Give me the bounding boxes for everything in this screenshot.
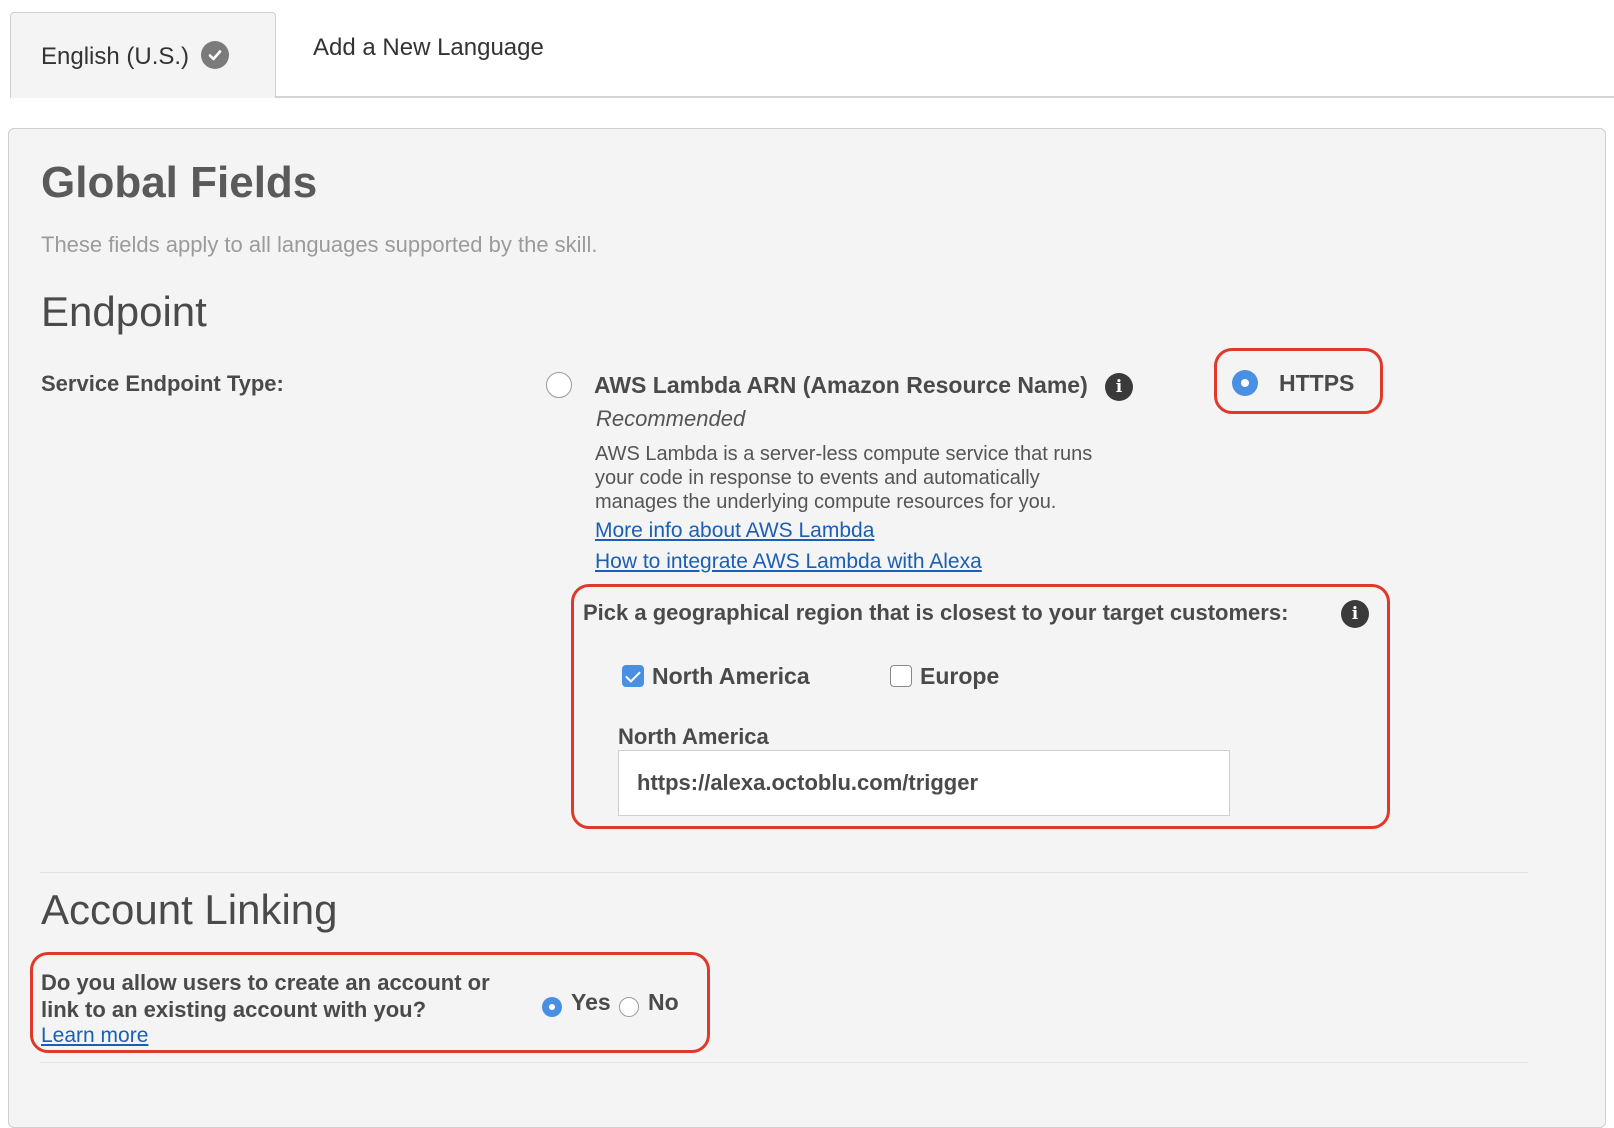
account-linking-no-radio[interactable] [619, 997, 639, 1017]
more-info-lambda-link[interactable]: More info about AWS Lambda [595, 519, 874, 543]
europe-checkbox[interactable] [890, 665, 912, 687]
https-radio[interactable] [1232, 370, 1258, 396]
tab-label: English (U.S.) [41, 43, 190, 70]
north-america-checkbox[interactable] [622, 665, 644, 687]
lambda-option-label: AWS Lambda ARN (Amazon Resource Name) [594, 372, 1088, 398]
check-circle-icon [201, 41, 229, 69]
section-divider [40, 872, 1528, 873]
learn-more-link[interactable]: Learn more [41, 1024, 148, 1048]
recommended-text: Recommended [596, 406, 746, 431]
yes-label: Yes [571, 989, 611, 1015]
region-info-icon[interactable]: i [1341, 600, 1369, 628]
account-linking-heading: Account Linking [41, 886, 338, 933]
page-subtitle: These fields apply to all languages supp… [41, 232, 598, 257]
tab-add-new-language[interactable]: Add a New Language [313, 34, 544, 62]
lambda-description-line: manages the underlying compute resources… [595, 491, 1057, 513]
europe-checkbox-label: Europe [920, 663, 1000, 689]
service-endpoint-type-label: Service Endpoint Type: [41, 371, 284, 396]
endpoint-heading: Endpoint [41, 288, 207, 335]
north-america-endpoint-input[interactable] [618, 750, 1230, 816]
lambda-description: AWS Lambda is a server-less compute serv… [595, 442, 1092, 514]
region-prompt: Pick a geographical region that is close… [583, 600, 1289, 625]
page-title: Global Fields [41, 158, 318, 207]
lambda-description-line: your code in response to events and auto… [595, 467, 1040, 489]
tab-english-us[interactable]: English (U.S.) [10, 12, 276, 98]
account-linking-question: Do you allow users to create an account … [41, 969, 490, 1023]
question-line: Do you allow users to create an account … [41, 970, 490, 995]
integrate-lambda-link[interactable]: How to integrate AWS Lambda with Alexa [595, 550, 982, 574]
question-line: link to an existing account with you? [41, 997, 427, 1022]
section-divider-bottom [40, 1062, 1528, 1063]
north-america-field-label: North America [618, 724, 769, 749]
lambda-info-icon[interactable]: i [1105, 373, 1133, 401]
lambda-description-line: AWS Lambda is a server-less compute serv… [595, 443, 1093, 465]
lambda-radio[interactable] [546, 372, 572, 398]
tab-bar-divider [276, 96, 1614, 98]
https-option-label: HTTPS [1279, 370, 1355, 396]
north-america-checkbox-label: North America [652, 663, 810, 689]
account-linking-yes-radio[interactable] [542, 997, 562, 1017]
no-label: No [648, 989, 679, 1015]
